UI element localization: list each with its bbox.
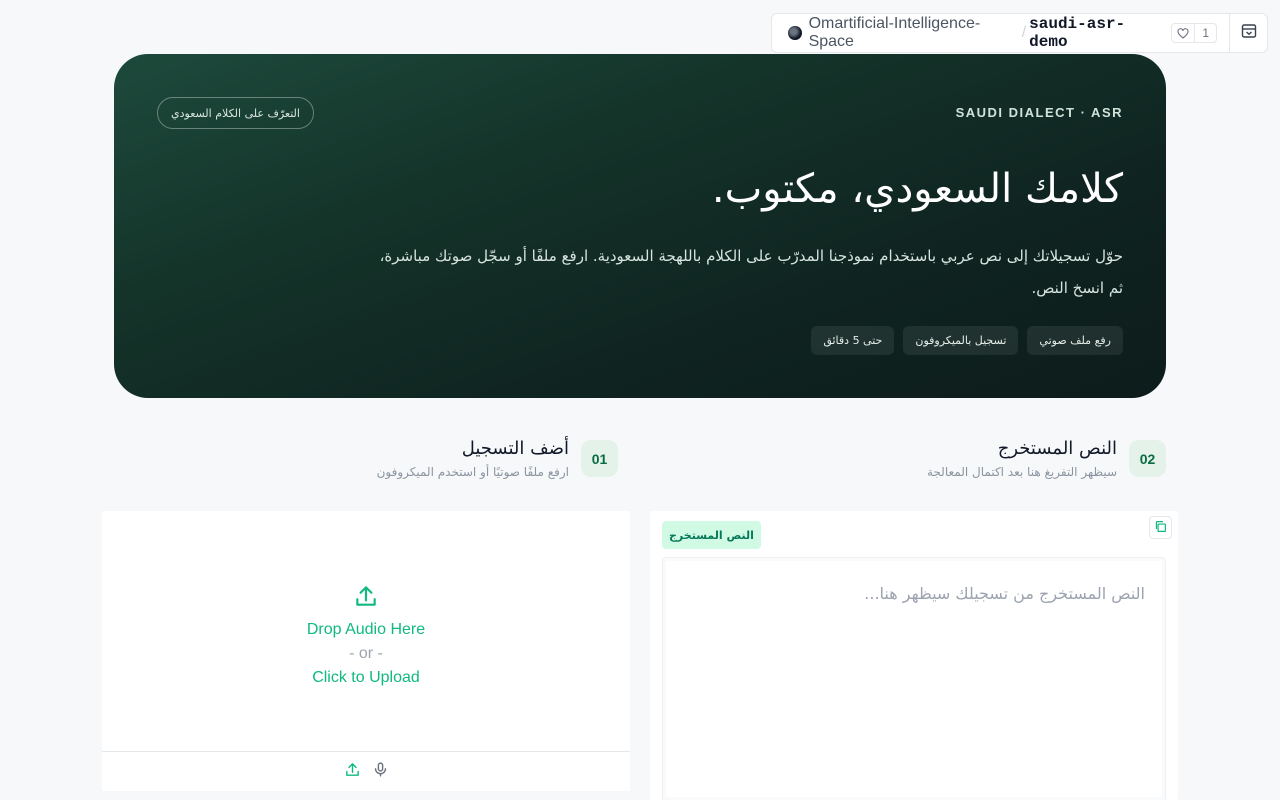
hero-banner: SAUDI DIALECT · ASR التعرّف على الكلام ا… — [114, 54, 1166, 398]
transcript-textarea[interactable]: النص المستخرج من تسجيلك سيظهر هنا... — [662, 557, 1166, 800]
step-number-badge: 02 — [1129, 440, 1166, 477]
audio-input-panel: Drop Audio Here - or - Click to Upload — [102, 511, 630, 791]
path-separator: / — [1021, 24, 1027, 41]
step-number-badge: 01 — [581, 440, 618, 477]
like-button[interactable]: 1 — [1171, 23, 1217, 43]
upload-source-button[interactable] — [344, 761, 361, 782]
hero-eyebrow: SAUDI DIALECT · ASR — [955, 105, 1123, 120]
hero-description: حوّل تسجيلاتك إلى نص عربي باستخدام نموذج… — [379, 247, 1123, 297]
space-owner-link[interactable]: Omartificial-Intelligence-Space — [809, 15, 1019, 51]
space-title[interactable]: Omartificial-Intelligence-Space / saudi-… — [772, 14, 1217, 52]
copy-icon — [1154, 518, 1167, 537]
transcript-label: النص المستخرج — [662, 521, 761, 549]
owner-avatar — [788, 26, 802, 40]
output-section-header: 02 النص المستخرج سيظهر التفريغ هنا بعد ا… — [927, 438, 1166, 479]
transcript-output-panel: النص المستخرج النص المستخرج من تسجيلك سي… — [650, 511, 1178, 800]
copy-button[interactable] — [1149, 516, 1172, 539]
like-count: 1 — [1202, 26, 1209, 40]
section-subtitle: ارفع ملفًا صوتيًا أو استخدم الميكروفون — [376, 465, 569, 479]
feature-chip-duration: حتى 5 دقائق — [811, 326, 895, 355]
click-to-upload-text: Click to Upload — [312, 669, 420, 686]
hero-feature-chips: رفع ملف صوتي تسجيل بالميكروفون حتى 5 دقا… — [811, 326, 1123, 355]
microphone-icon — [374, 762, 386, 777]
section-title: النص المستخرج — [997, 438, 1117, 459]
audio-dropzone[interactable]: Drop Audio Here - or - Click to Upload — [102, 511, 630, 751]
microphone-source-button[interactable] — [372, 761, 389, 782]
collapse-icon — [1241, 23, 1257, 43]
or-text: - or - — [349, 645, 383, 662]
drop-audio-text: Drop Audio Here — [306, 621, 426, 638]
upload-icon — [345, 763, 359, 776]
section-subtitle: سيظهر التفريغ هنا بعد اكتمال المعالجة — [927, 465, 1117, 479]
space-header-badge: Omartificial-Intelligence-Space / saudi-… — [771, 13, 1268, 53]
input-section-header: 01 أضف التسجيل ارفع ملفًا صوتيًا أو استخ… — [376, 438, 618, 479]
space-repo-link[interactable]: saudi-asr-demo — [1029, 15, 1159, 51]
collapse-header-button[interactable] — [1229, 14, 1267, 52]
feature-chip-upload: رفع ملف صوتي — [1027, 326, 1123, 355]
hero-title: كلامك السعودي، مكتوب. — [711, 166, 1123, 212]
heart-icon — [1172, 24, 1196, 42]
upload-icon — [353, 583, 379, 613]
audio-source-toolbar — [102, 751, 630, 791]
section-title: أضف التسجيل — [461, 438, 569, 459]
hero-tag-pill: التعرّف على الكلام السعودي — [157, 97, 314, 129]
transcript-placeholder: النص المستخرج من تسجيلك سيظهر هنا... — [864, 584, 1145, 603]
feature-chip-mic: تسجيل بالميكروفون — [903, 326, 1019, 355]
